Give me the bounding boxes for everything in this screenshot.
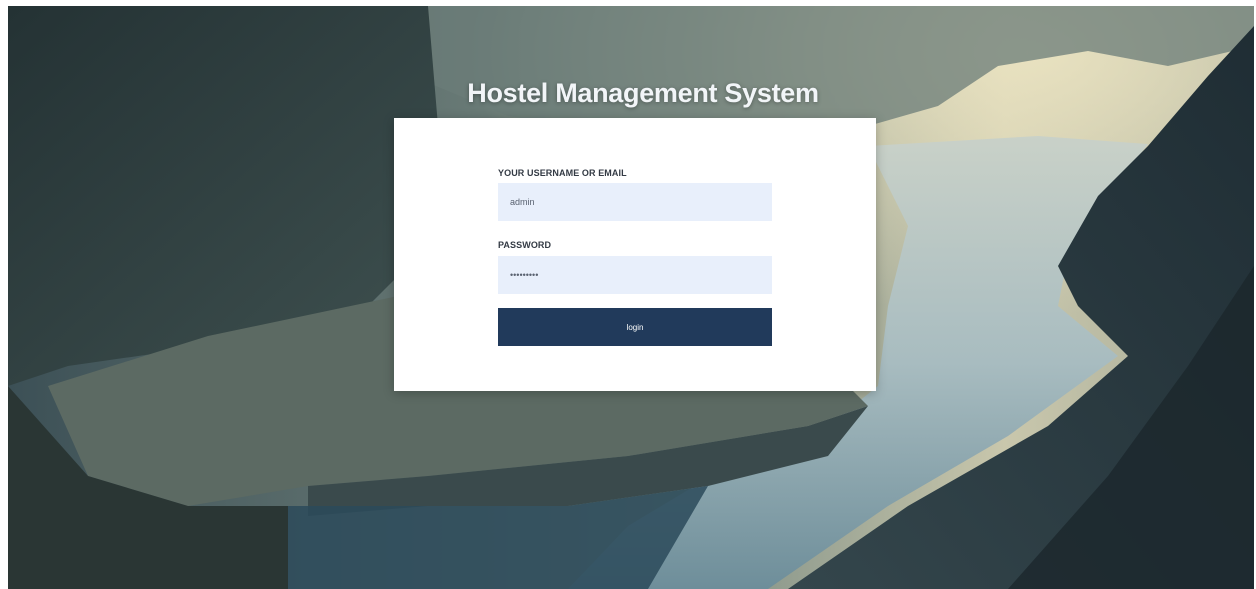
login-screen: Hostel Management System YOUR USERNAME O…	[8, 6, 1254, 589]
username-input[interactable]	[498, 183, 772, 221]
password-label: PASSWORD	[498, 240, 552, 250]
login-button[interactable]: login	[498, 308, 772, 346]
username-label: YOUR USERNAME OR EMAIL	[498, 168, 627, 178]
app-title: Hostel Management System	[467, 78, 819, 108]
login-card: YOUR USERNAME OR EMAIL PASSWORD login	[394, 118, 876, 391]
password-input[interactable]	[498, 256, 772, 294]
